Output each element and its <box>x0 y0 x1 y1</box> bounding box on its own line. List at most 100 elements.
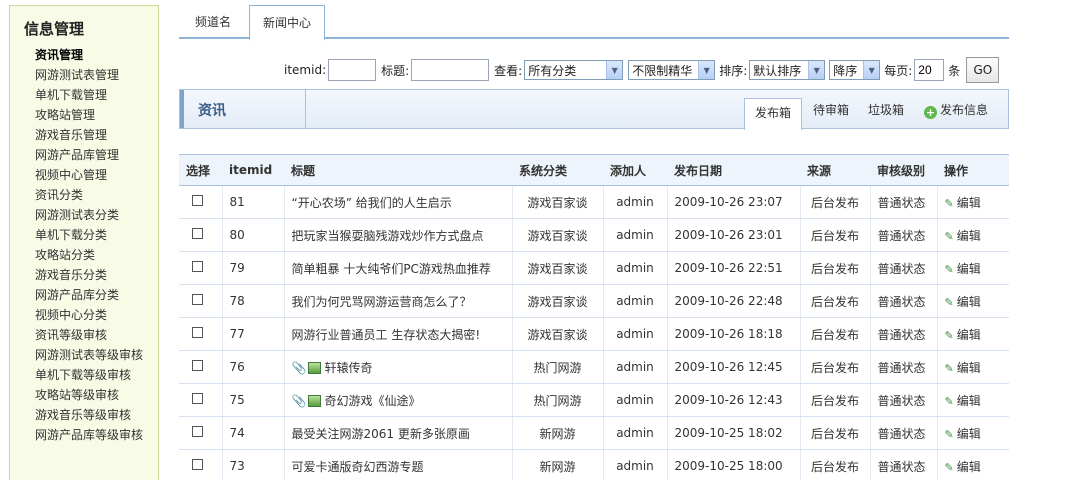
title-cell[interactable]: 可爱卡通版奇幻西游专题 <box>283 449 512 480</box>
sidebar-item-single-download-level-review[interactable]: 单机下载等级审核 <box>35 365 150 385</box>
title-text[interactable]: 奇幻游戏《仙途》 <box>325 394 421 408</box>
edit-label: 编辑 <box>956 426 981 441</box>
level-cell: 普通状态 <box>869 317 937 351</box>
edit-button[interactable]: ✎ 编辑 <box>945 229 981 243</box>
sidebar-item-news-level-review[interactable]: 资讯等级审核 <box>35 325 150 345</box>
title-text[interactable]: “开心农场” 给我们的人生启示 <box>292 196 452 210</box>
category-select[interactable]: 所有分类 ▼ <box>524 60 624 80</box>
sidebar-item-news-management[interactable]: 资讯管理 <box>35 45 150 65</box>
edit-button[interactable]: ✎ 编辑 <box>945 196 981 210</box>
itemid-cell: 74 <box>221 416 284 450</box>
tab-news-center[interactable]: 新闻中心 <box>249 5 325 41</box>
row-checkbox[interactable] <box>192 228 203 239</box>
title-cell[interactable]: “开心农场” 给我们的人生启示 <box>283 185 512 219</box>
sidebar-item-product-library-level-review[interactable]: 网游产品库等级审核 <box>35 425 150 445</box>
order-select[interactable]: 降序 ▼ <box>829 60 881 80</box>
tab-trash-box[interactable]: 垃圾箱 <box>868 101 904 118</box>
source-cell: 后台发布 <box>799 185 870 219</box>
row-checkbox[interactable] <box>192 459 203 470</box>
title-text[interactable]: 简单粗暴 十大纯爷们PC游戏热血推荐 <box>292 262 491 276</box>
level-cell: 普通状态 <box>869 350 937 384</box>
title-text[interactable]: 我们为何咒骂网游运营商怎么了？ <box>292 295 472 309</box>
title-cell[interactable]: 📎 奇幻游戏《仙途》 <box>283 383 512 417</box>
edit-button[interactable]: ✎ 编辑 <box>945 427 981 441</box>
sidebar-item-online-game-test-level-review[interactable]: 网游测试表等级审核 <box>35 345 150 365</box>
edit-label: 编辑 <box>956 195 981 210</box>
itemid-label: itemid: <box>284 63 327 77</box>
tab-pending-box[interactable]: 待审箱 <box>813 101 849 118</box>
sidebar-item-online-game-test-management[interactable]: 网游测试表管理 <box>35 65 150 85</box>
edit-button[interactable]: ✎ 编辑 <box>945 328 981 342</box>
select-cell <box>179 251 222 285</box>
sidebar-item-game-music-management[interactable]: 游戏音乐管理 <box>35 125 150 145</box>
col-header-author: 添加人 <box>603 154 667 186</box>
publish-info-button[interactable]: + 发布信息 <box>924 101 988 119</box>
tab-publish-box[interactable]: 发布箱 <box>744 98 802 130</box>
per-page-input[interactable] <box>914 59 945 81</box>
title-text[interactable]: 最受关注网游2061 更新多张原画 <box>292 427 470 441</box>
actions-cell: ✎ 编辑 <box>936 251 1009 285</box>
pencil-icon: ✎ <box>944 427 954 441</box>
title-cell[interactable]: 我们为何咒骂网游运营商怎么了？ <box>283 284 512 318</box>
edit-label: 编辑 <box>956 294 981 309</box>
row-checkbox[interactable] <box>192 294 203 305</box>
title-cell[interactable]: 📎 轩辕传奇 <box>283 350 512 384</box>
row-checkbox[interactable] <box>192 393 203 404</box>
title-cell[interactable]: 简单粗暴 十大纯爷们PC游戏热血推荐 <box>283 251 512 285</box>
sidebar-item-single-download-management[interactable]: 单机下载管理 <box>35 85 150 105</box>
title-text[interactable]: 把玩家当猴耍脑残游戏炒作方式盘点 <box>292 229 484 243</box>
sidebar-item-online-game-test-category[interactable]: 网游测试表分类 <box>35 205 150 225</box>
edit-button[interactable]: ✎ 编辑 <box>945 460 981 474</box>
level-cell: 普通状态 <box>869 383 937 417</box>
sidebar-item-guide-site-category[interactable]: 攻略站分类 <box>35 245 150 265</box>
tab-channel[interactable]: 频道名 <box>179 5 247 39</box>
actions-cell: ✎ 编辑 <box>936 416 1009 450</box>
itemid-cell: 78 <box>221 284 284 318</box>
table-row: 76 📎 轩辕传奇 热门网游 admin 2009-10-26 12:45 后台发布 普通状态… <box>179 350 1009 384</box>
sidebar: 信息管理 资讯管理 网游测试表管理 单机下载管理 攻略站管理 游戏音乐管理 网游… <box>9 5 159 480</box>
sidebar-item-product-library-category[interactable]: 网游产品库分类 <box>35 285 150 305</box>
sidebar-item-news-category[interactable]: 资讯分类 <box>35 185 150 205</box>
author-cell: admin <box>602 251 667 285</box>
title-input[interactable] <box>411 59 490 81</box>
table-row: 74 最受关注网游2061 更新多张原画 新网游 admin 2009-10-25 18… <box>179 416 1009 450</box>
sidebar-item-video-center-management[interactable]: 视频中心管理 <box>35 165 150 185</box>
chevron-down-icon: ▼ <box>863 61 880 79</box>
row-checkbox[interactable] <box>192 360 203 371</box>
edit-button[interactable]: ✎ 编辑 <box>945 295 981 309</box>
go-button[interactable]: GO <box>966 57 1000 83</box>
title-cell[interactable]: 把玩家当猴耍脑残游戏炒作方式盘点 <box>283 218 512 252</box>
date-cell: 2009-10-26 12:43 <box>666 383 800 417</box>
edit-button[interactable]: ✎ 编辑 <box>945 262 981 276</box>
level-cell: 普通状态 <box>869 251 937 285</box>
sidebar-item-product-library-management[interactable]: 网游产品库管理 <box>35 145 150 165</box>
category-cell: 新网游 <box>511 449 603 480</box>
sidebar-item-single-download-category[interactable]: 单机下载分类 <box>35 225 150 245</box>
sidebar-item-guide-site-management[interactable]: 攻略站管理 <box>35 105 150 125</box>
source-cell: 后台发布 <box>799 284 870 318</box>
title-cell[interactable]: 最受关注网游2061 更新多张原画 <box>283 416 512 450</box>
row-checkbox[interactable] <box>192 195 203 206</box>
level-cell: 普通状态 <box>869 449 937 480</box>
select-cell <box>179 416 222 450</box>
itemid-input[interactable] <box>328 59 377 81</box>
title-cell[interactable]: 网游行业普通员工 生存状态大揭密! <box>283 317 512 351</box>
title-text[interactable]: 轩辕传奇 <box>325 361 373 375</box>
row-checkbox[interactable] <box>192 261 203 272</box>
pencil-icon: ✎ <box>944 295 954 309</box>
sidebar-item-guide-site-level-review[interactable]: 攻略站等级审核 <box>35 385 150 405</box>
select-cell <box>179 218 222 252</box>
sort-select[interactable]: 默认排序 ▼ <box>749 60 826 80</box>
edit-button[interactable]: ✎ 编辑 <box>945 361 981 375</box>
row-checkbox[interactable] <box>192 426 203 437</box>
title-text[interactable]: 网游行业普通员工 生存状态大揭密! <box>292 328 481 342</box>
table-body: 81 “开心农场” 给我们的人生启示 游戏百家谈 admin 2009-10-26 23… <box>179 185 1009 480</box>
essence-select[interactable]: 不限制精华 ▼ <box>628 60 716 80</box>
sidebar-item-game-music-category[interactable]: 游戏音乐分类 <box>35 265 150 285</box>
sidebar-item-game-music-level-review[interactable]: 游戏音乐等级审核 <box>35 405 150 425</box>
edit-button[interactable]: ✎ 编辑 <box>945 394 981 408</box>
category-cell: 游戏百家谈 <box>511 218 603 252</box>
sidebar-item-video-center-category[interactable]: 视频中心分类 <box>35 305 150 325</box>
row-checkbox[interactable] <box>192 327 203 338</box>
title-text[interactable]: 可爱卡通版奇幻西游专题 <box>292 460 424 474</box>
